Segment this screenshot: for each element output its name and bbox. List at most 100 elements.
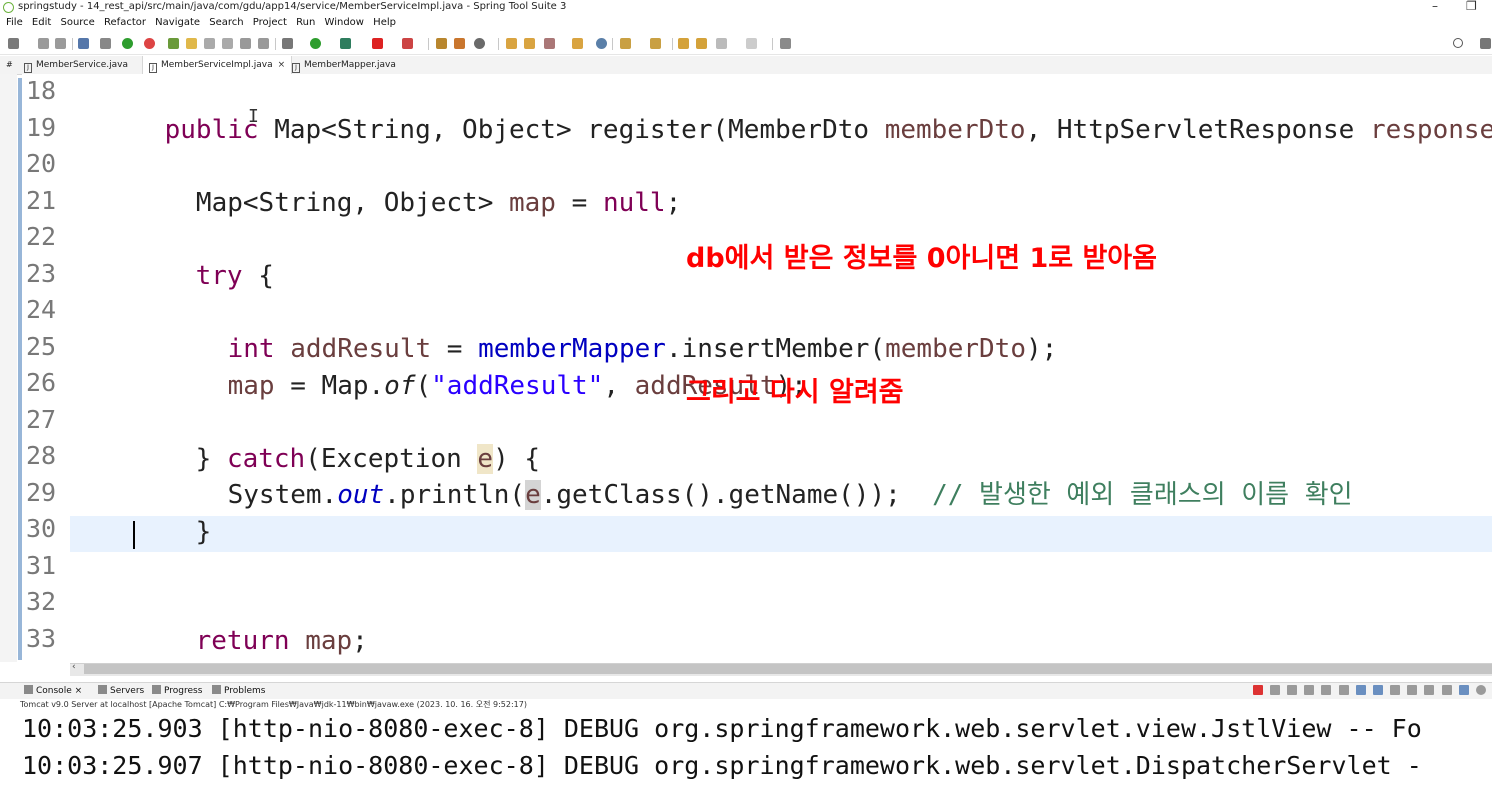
line-number: 28 — [26, 441, 57, 470]
pin-editor-icon[interactable] — [780, 38, 791, 49]
save-icon[interactable] — [38, 38, 49, 49]
progress-icon — [152, 685, 161, 694]
new-server-icon[interactable] — [474, 38, 485, 49]
external-tools-icon[interactable] — [402, 38, 413, 49]
web-browser-icon[interactable] — [596, 38, 607, 49]
search-icon[interactable] — [1453, 38, 1463, 48]
search-tool-icon[interactable] — [544, 38, 555, 49]
forward-icon[interactable] — [746, 38, 757, 49]
code-text: .println( — [384, 480, 526, 510]
scroll-left-icon[interactable]: ‹ — [72, 662, 76, 672]
clear-console-icon[interactable] — [1304, 685, 1315, 695]
relaunch-icon[interactable] — [144, 38, 155, 49]
menu-project[interactable]: Project — [253, 17, 287, 28]
show-on-output-icon[interactable] — [1355, 685, 1366, 695]
close-icon[interactable]: × — [278, 60, 286, 70]
open-task-icon[interactable] — [524, 38, 535, 49]
new-java-class-icon[interactable] — [454, 38, 465, 49]
stop-icon[interactable] — [372, 38, 383, 49]
code-line-20: Map<String, Object> map = null; — [102, 149, 681, 218]
console-output-line: 10:03:25.903 [http-nio-8080-exec-8] DEBU… — [22, 714, 1422, 743]
display-selected-console-icon[interactable] — [1407, 685, 1418, 695]
line-number: 32 — [26, 587, 57, 616]
mouse-ibeam-cursor: I — [248, 106, 259, 127]
console-tab-bar: Console × Servers Progress Problems — [0, 682, 1492, 699]
settings-gear-icon[interactable] — [1476, 685, 1486, 695]
code-text: ; — [352, 626, 368, 656]
back-history-icon[interactable] — [716, 38, 727, 49]
minimize-view-icon[interactable] — [1441, 685, 1452, 695]
tab-label: MemberServiceImpl.java — [161, 60, 273, 70]
spring-boot-icon[interactable] — [122, 38, 133, 49]
scrollbar-thumb[interactable] — [84, 664, 1492, 674]
code-text: ( — [415, 371, 432, 401]
show-whitespace-icon[interactable] — [240, 38, 251, 49]
annotation-icon[interactable] — [258, 38, 269, 49]
back-icon[interactable] — [696, 38, 707, 49]
previous-annotation-icon[interactable] — [650, 38, 661, 49]
tab-member-mapper[interactable]: J MemberMapper.java — [292, 56, 396, 74]
keyword: null — [602, 188, 666, 218]
pin-icon[interactable] — [168, 38, 179, 49]
menu-run[interactable]: Run — [296, 17, 315, 28]
code-editor[interactable]: 18 19 20 21 22 23 24 25 26 27 28 29 30 3… — [22, 74, 1492, 662]
new-icon[interactable] — [8, 38, 19, 49]
toolbar-separator — [612, 38, 613, 50]
keyword: try — [195, 261, 243, 291]
run-icon[interactable] — [310, 38, 321, 49]
skip-breakpoints-icon[interactable] — [100, 38, 111, 49]
debug-icon[interactable] — [282, 38, 293, 49]
line-number: 22 — [26, 222, 57, 251]
coverage-icon[interactable] — [340, 38, 351, 49]
perspective-icon[interactable] — [1480, 38, 1491, 49]
terminate-icon[interactable] — [1252, 685, 1263, 695]
menu-help[interactable]: Help — [373, 17, 396, 28]
restore-button[interactable]: ❐ — [1466, 0, 1477, 13]
tab-problems[interactable]: Problems — [212, 685, 265, 696]
line-number: 30 — [26, 514, 57, 543]
toolbar-separator — [72, 38, 73, 50]
variable-name: e — [525, 480, 541, 510]
line-number: 21 — [26, 186, 57, 215]
menu-source[interactable]: Source — [60, 17, 94, 28]
menu-edit[interactable]: Edit — [32, 17, 51, 28]
save-all-icon[interactable] — [55, 38, 66, 49]
line-number: 29 — [26, 478, 57, 507]
word-wrap-icon[interactable] — [222, 38, 233, 49]
menu-window[interactable]: Window — [325, 17, 364, 28]
toggle-mark-occurrences-icon[interactable] — [186, 38, 197, 49]
menu-file[interactable]: File — [6, 17, 23, 28]
code-text: .getClass().getName()); — [540, 480, 933, 510]
tab-bar-menu-icon[interactable]: # — [6, 56, 13, 74]
tab-member-service[interactable]: J MemberService.java — [24, 56, 128, 74]
code-line-22: try { — [133, 222, 274, 291]
maximize-view-icon[interactable] — [1458, 685, 1469, 695]
scroll-lock-icon[interactable] — [1321, 685, 1332, 695]
param-name: memberDto — [884, 115, 1026, 145]
block-selection-icon[interactable] — [204, 38, 215, 49]
remove-all-icon[interactable] — [1286, 685, 1297, 695]
word-wrap-icon[interactable] — [1338, 685, 1349, 695]
next-annotation-icon[interactable] — [620, 38, 631, 49]
open-type-icon[interactable] — [506, 38, 517, 49]
code-text: System. — [227, 480, 338, 510]
menu-search[interactable]: Search — [209, 17, 243, 28]
terminal-icon[interactable] — [78, 38, 89, 49]
variable-name: memberDto — [885, 334, 1026, 364]
java-file-icon: J — [149, 63, 157, 73]
minimize-button[interactable]: – — [1432, 0, 1438, 13]
remove-launch-icon[interactable] — [1269, 685, 1280, 695]
open-resource-icon[interactable] — [572, 38, 583, 49]
menu-refactor[interactable]: Refactor — [104, 17, 146, 28]
console-toolbar — [1249, 685, 1486, 698]
tab-progress[interactable]: Progress — [152, 685, 202, 696]
open-console-icon[interactable] — [1424, 685, 1435, 695]
tab-servers[interactable]: Servers — [98, 685, 144, 696]
last-edit-location-icon[interactable] — [678, 38, 689, 49]
pin-console-icon[interactable] — [1390, 685, 1401, 695]
show-on-error-icon[interactable] — [1372, 685, 1383, 695]
new-java-package-icon[interactable] — [436, 38, 447, 49]
tab-console[interactable]: Console × — [24, 685, 82, 696]
tab-member-service-impl[interactable]: J MemberServiceImpl.java × — [142, 56, 293, 74]
menu-navigate[interactable]: Navigate — [155, 17, 200, 28]
